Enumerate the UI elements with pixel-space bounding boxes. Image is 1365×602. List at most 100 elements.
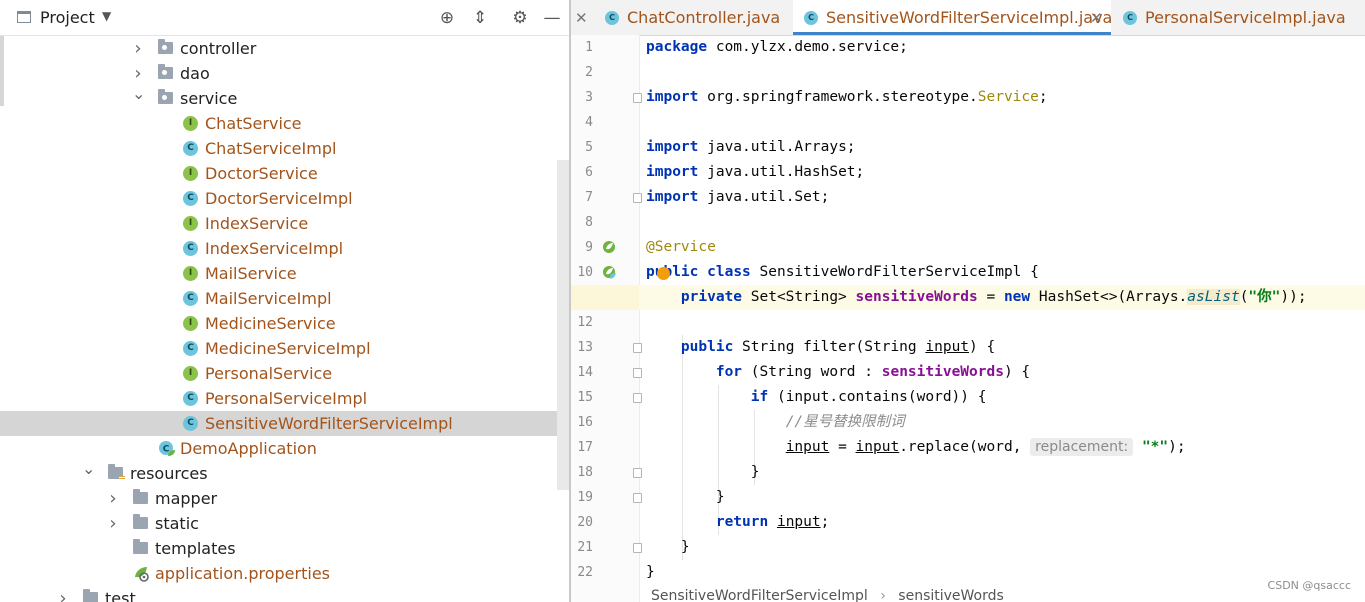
chevron-down-icon[interactable]: ⌄ (82, 456, 95, 481)
class-icon: C (183, 416, 198, 431)
package-folder-icon (158, 89, 173, 104)
line-number: 10 (577, 265, 593, 280)
fold-marker-icon[interactable] (633, 543, 642, 553)
tree-item[interactable]: › static (0, 511, 569, 536)
chevron-right-icon[interactable]: › (107, 511, 119, 536)
tab-close-partial[interactable]: ✕ (571, 0, 593, 35)
hide-panel-icon[interactable]: — (542, 8, 562, 28)
line-number-gutter[interactable]: 12345678910111213141516171819202122 (571, 35, 642, 602)
folder-icon (133, 539, 148, 554)
class-icon: C (1123, 11, 1137, 25)
tab-label: SensitiveWordFilterServiceImpl.java (826, 8, 1113, 27)
editor-tab-bar: ✕ C ChatController.java C SensitiveWordF… (571, 0, 1365, 36)
tree-scrollbar[interactable] (557, 160, 569, 490)
breadcrumb-field[interactable]: sensitiveWords (898, 588, 1004, 602)
tree-item-label: MedicineService (205, 314, 336, 333)
tab-label: ChatController.java (627, 8, 781, 27)
chevron-right-icon[interactable]: › (132, 36, 144, 61)
class-icon: C (183, 241, 198, 256)
chevron-down-icon[interactable]: ⌄ (132, 81, 145, 106)
breadcrumb-class[interactable]: SensitiveWordFilterServiceImpl (651, 588, 868, 602)
code-editor: ✕ C ChatController.java C SensitiveWordF… (571, 0, 1365, 602)
line-number: 18 (577, 465, 593, 480)
tree-item[interactable]: I MedicineService (0, 311, 569, 336)
tree-item[interactable]: C SensitiveWordFilterServiceImpl (0, 411, 569, 436)
interface-icon: I (183, 316, 198, 331)
tree-item[interactable]: › controller (0, 36, 569, 61)
tree-item[interactable]: › test (0, 586, 569, 602)
tree-item[interactable]: application.properties (0, 561, 569, 586)
gear-icon[interactable]: ⚙ (510, 8, 530, 28)
tree-item[interactable]: › dao (0, 61, 569, 86)
tree-item-label: mapper (155, 489, 218, 508)
line-number: 16 (577, 415, 593, 430)
fold-marker-icon[interactable] (633, 393, 642, 403)
tree-item[interactable]: I PersonalService (0, 361, 569, 386)
code-line-18: } (750, 464, 760, 480)
tree-item[interactable]: C MedicineServiceImpl (0, 336, 569, 361)
tree-item[interactable]: I ChatService (0, 111, 569, 136)
collapse-all-icon[interactable]: ⇕ (470, 8, 490, 28)
package-folder-icon (158, 64, 173, 79)
spring-bean-class-icon[interactable] (602, 265, 616, 279)
tab-chat-controller[interactable]: C ChatController.java (595, 0, 791, 35)
tree-item[interactable]: I MailService (0, 261, 569, 286)
chevron-right-icon[interactable]: › (107, 486, 119, 511)
class-icon: C (183, 341, 198, 356)
tree-item[interactable]: C DoctorServiceImpl (0, 186, 569, 211)
tab-sensitive-word-filter[interactable]: C SensitiveWordFilterServiceImpl.java ✕ (793, 0, 1113, 36)
code-line-16: //星号替换限制词 (785, 414, 905, 430)
watermark: CSDN @qsaccc (1267, 579, 1351, 592)
tree-item-label: static (155, 514, 199, 533)
line-number: 14 (577, 365, 593, 380)
spring-bean-icon[interactable] (602, 240, 616, 254)
locate-target-icon[interactable]: ⊕ (437, 8, 457, 28)
tree-item[interactable]: › mapper (0, 486, 569, 511)
tab-label: PersonalServiceImpl.java (1145, 8, 1346, 27)
spring-properties-icon (135, 567, 149, 582)
line-number: 6 (585, 165, 593, 180)
chevron-down-icon[interactable]: ▼ (102, 9, 111, 23)
line-number: 3 (585, 90, 593, 105)
interface-icon: I (183, 116, 198, 131)
lightbulb-icon[interactable] (657, 267, 670, 280)
tree-item[interactable]: ⌄ resources (0, 459, 569, 486)
tab-personal-service-impl[interactable]: C PersonalServiceImpl.java (1113, 0, 1365, 35)
fold-marker-icon[interactable] (633, 343, 642, 353)
tree-item-label: application.properties (155, 564, 330, 583)
code-line-11: private Set<String> sensitiveWords = new… (680, 289, 1307, 305)
tree-item[interactable]: C ChatServiceImpl (0, 136, 569, 161)
fold-marker-icon[interactable] (633, 368, 642, 378)
fold-marker-icon[interactable] (633, 93, 642, 103)
tree-item-label: ChatService (205, 114, 302, 133)
tree-item-label: MedicineServiceImpl (205, 339, 371, 358)
close-icon[interactable]: ✕ (1090, 0, 1103, 36)
code-line-9: @Service (646, 239, 716, 255)
tree-item[interactable]: I DoctorService (0, 161, 569, 186)
interface-icon: I (183, 266, 198, 281)
fold-marker-icon[interactable] (633, 193, 642, 203)
folder-icon (133, 489, 148, 504)
tree-item[interactable]: C IndexServiceImpl (0, 236, 569, 261)
tree-item[interactable]: C PersonalServiceImpl (0, 386, 569, 411)
tree-item-label: PersonalService (205, 364, 333, 383)
line-number: 17 (577, 440, 593, 455)
tree-item[interactable]: C MailServiceImpl (0, 286, 569, 311)
tree-item[interactable]: templates (0, 536, 569, 561)
class-icon: C (183, 141, 198, 156)
line-number: 2 (585, 65, 593, 80)
close-icon[interactable]: ✕ (575, 0, 588, 36)
line-number: 9 (585, 240, 593, 255)
chevron-right-icon[interactable]: › (57, 586, 69, 602)
line-number: 20 (577, 515, 593, 530)
interface-icon: I (183, 216, 198, 231)
line-number: 21 (577, 540, 593, 555)
tree-item[interactable]: I IndexService (0, 211, 569, 236)
code-line-5: import java.util.Arrays; (646, 139, 856, 155)
fold-marker-icon[interactable] (633, 468, 642, 478)
fold-marker-icon[interactable] (633, 493, 642, 503)
code-line-15: if (input.contains(word)) { (750, 389, 987, 405)
project-view-selector[interactable]: Project (40, 8, 95, 27)
svg-text:C: C (163, 445, 170, 455)
tree-item[interactable]: ⌄ service (0, 84, 569, 111)
